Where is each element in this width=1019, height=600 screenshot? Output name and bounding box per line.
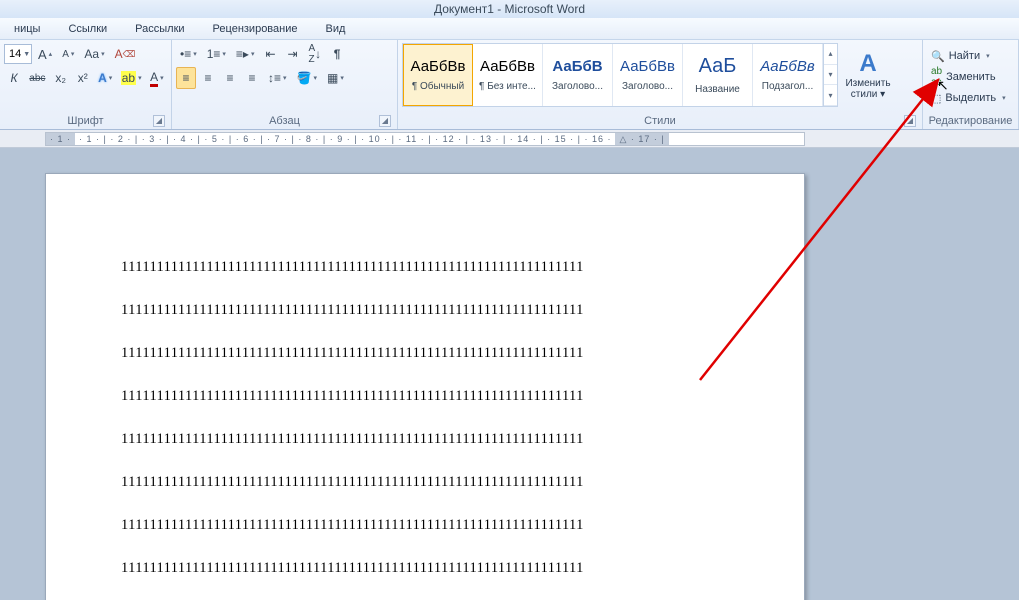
style-heading1[interactable]: АаБбВ Заголово... xyxy=(543,44,613,106)
numbering-button[interactable]: 1≡▾ xyxy=(203,43,230,65)
align-center-button[interactable]: ≡ xyxy=(198,67,218,89)
line-spacing-button[interactable]: ↕≡▾ xyxy=(264,67,291,89)
styles-scroll-down[interactable]: ▾ xyxy=(824,65,837,86)
decrease-indent-button[interactable]: ⇤ xyxy=(260,43,280,65)
ribbon-tabs: ницы Ссылки Рассылки Рецензирование Вид xyxy=(0,18,1019,40)
text-line[interactable]: 1111111111111111111111111111111111111111… xyxy=(121,345,719,362)
ruler-margin-left: · 1 · xyxy=(46,133,75,145)
clear-format-button[interactable]: A⌫ xyxy=(111,43,140,65)
ruler-area: · 1 · · 1 · | · 2 · | · 3 · | · 4 · | · … xyxy=(0,130,1019,148)
change-styles-button[interactable]: A Изменитьстили ▾ xyxy=(842,43,894,107)
group-paragraph-label: Абзац ◢ xyxy=(176,113,393,129)
borders-button[interactable]: ▦▾ xyxy=(323,67,348,89)
italic-button[interactable]: К xyxy=(4,67,24,89)
highlight-button[interactable]: ab▾ xyxy=(118,67,145,89)
style-normal[interactable]: АаБбВв ¶ Обычный xyxy=(403,44,473,106)
style-no-spacing[interactable]: АаБбВв ¶ Без инте... xyxy=(473,44,543,106)
select-button[interactable]: ⬚ Выделить ▾ xyxy=(927,88,1014,108)
horizontal-ruler[interactable]: · 1 · · 1 · | · 2 · | · 3 · | · 4 · | · … xyxy=(45,132,805,146)
grow-font-button[interactable]: A▴ xyxy=(34,43,56,65)
styles-gallery[interactable]: АаБбВв ¶ Обычный АаБбВв ¶ Без инте... Аа… xyxy=(402,43,838,107)
ribbon: 14▼ A▴ A▾ Aa▾ A⌫ К abc x₂ x² A▾ ab▾ A▾ Ш… xyxy=(0,40,1019,130)
tab-pages[interactable]: ницы xyxy=(0,20,54,38)
group-styles-label: Стили ◢ xyxy=(402,113,918,129)
font-launcher[interactable]: ◢ xyxy=(153,115,165,127)
title-bar: Документ1 - Microsoft Word xyxy=(0,0,1019,18)
shading-button[interactable]: 🪣▾ xyxy=(293,67,321,89)
group-editing-label: Редактирование xyxy=(927,113,1014,129)
tab-review[interactable]: Рецензирование xyxy=(199,20,312,38)
show-marks-button[interactable]: ¶ xyxy=(327,43,347,65)
change-styles-icon: A xyxy=(859,50,876,78)
style-title[interactable]: АаБ Название xyxy=(683,44,753,106)
change-case-button[interactable]: Aa▾ xyxy=(80,43,108,65)
style-heading2[interactable]: АаБбВв Заголово... xyxy=(613,44,683,106)
ruler-scale: · 1 · | · 2 · | · 3 · | · 4 · | · 5 · | … xyxy=(75,134,615,144)
text-line[interactable]: 1111111111111111111111111111111111111111… xyxy=(121,259,719,276)
strike-button[interactable]: abc xyxy=(26,67,49,89)
window-title: Документ1 - Microsoft Word xyxy=(434,2,585,16)
cursor-icon: ⬚ xyxy=(931,92,941,105)
styles-scroll-up[interactable]: ▴ xyxy=(824,44,837,65)
styles-launcher[interactable]: ◢ xyxy=(904,115,916,127)
ruler-margin-right: △ · 17 · | xyxy=(615,133,668,145)
text-line[interactable]: 1111111111111111111111111111111111111111… xyxy=(121,388,719,405)
sort-button[interactable]: AZ↓ xyxy=(304,43,325,65)
text-line[interactable]: 1111111111111111111111111111111111111111… xyxy=(121,302,719,319)
superscript-button[interactable]: x² xyxy=(73,67,93,89)
font-size-value: 14 xyxy=(9,48,21,60)
align-left-button[interactable]: ≡ xyxy=(176,67,196,89)
text-line[interactable]: 1111111111111111111111111111111111111111… xyxy=(121,431,719,448)
replace-button[interactable]: abac Заменить xyxy=(927,67,1014,87)
style-subtitle[interactable]: АаБбВв Подзагол... xyxy=(753,44,823,106)
group-styles: АаБбВв ¶ Обычный АаБбВв ¶ Без инте... Аа… xyxy=(398,40,923,129)
replace-icon: abac xyxy=(931,66,942,88)
binoculars-icon: 🔍 xyxy=(931,50,945,63)
document-area: 1111111111111111111111111111111111111111… xyxy=(0,148,1019,600)
text-line[interactable]: 1111111111111111111111111111111111111111… xyxy=(121,560,719,577)
shrink-font-button[interactable]: A▾ xyxy=(58,43,78,65)
align-right-button[interactable]: ≡ xyxy=(220,67,240,89)
page[interactable]: 1111111111111111111111111111111111111111… xyxy=(45,173,805,600)
group-font: 14▼ A▴ A▾ Aa▾ A⌫ К abc x₂ x² A▾ ab▾ A▾ Ш… xyxy=(0,40,172,129)
group-editing: 🔍 Найти ▾ abac Заменить ⬚ Выделить ▾ Ред… xyxy=(923,40,1019,129)
paragraph-launcher[interactable]: ◢ xyxy=(379,115,391,127)
multilevel-button[interactable]: ≡▸▾ xyxy=(232,43,259,65)
subscript-button[interactable]: x₂ xyxy=(51,67,71,89)
text-line[interactable]: 1111111111111111111111111111111111111111… xyxy=(121,474,719,491)
tab-mailings[interactable]: Рассылки xyxy=(121,20,198,38)
tab-links[interactable]: Ссылки xyxy=(54,20,121,38)
text-line[interactable]: 1111111111111111111111111111111111111111… xyxy=(121,517,719,534)
styles-scroll[interactable]: ▴ ▾ ▾ xyxy=(823,44,837,106)
group-paragraph: •≡▾ 1≡▾ ≡▸▾ ⇤ ⇥ AZ↓ ¶ ≡ ≡ ≡ ≡ ↕≡▾ 🪣▾ ▦▾ … xyxy=(172,40,398,129)
increase-indent-button[interactable]: ⇥ xyxy=(282,43,302,65)
font-size-combo[interactable]: 14▼ xyxy=(4,44,32,64)
find-button[interactable]: 🔍 Найти ▾ xyxy=(927,46,1014,66)
bullets-button[interactable]: •≡▾ xyxy=(176,43,201,65)
tab-view[interactable]: Вид xyxy=(312,20,360,38)
font-color-button[interactable]: A▾ xyxy=(147,67,167,89)
styles-scroll-more[interactable]: ▾ xyxy=(824,85,837,106)
group-font-label: Шрифт ◢ xyxy=(4,113,167,129)
text-effects-button[interactable]: A▾ xyxy=(95,67,116,89)
align-justify-button[interactable]: ≡ xyxy=(242,67,262,89)
